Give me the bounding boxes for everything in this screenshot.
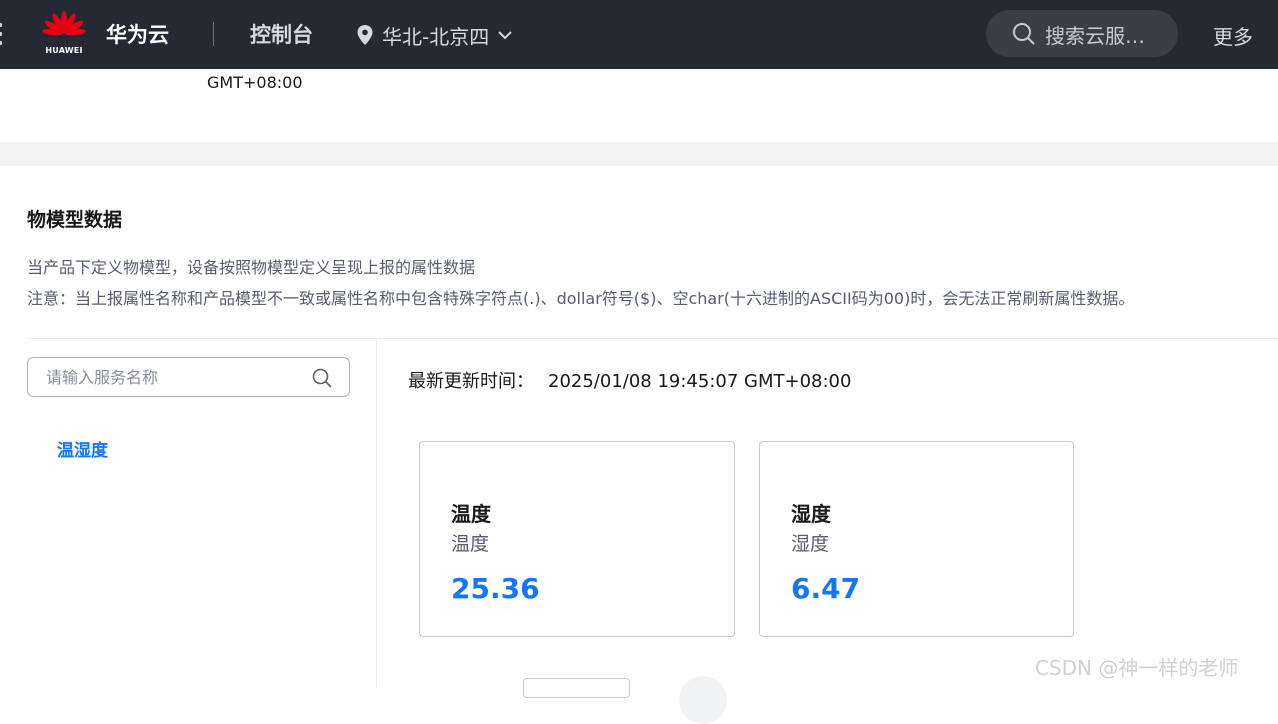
brand-name[interactable]: 华为云 — [106, 19, 169, 49]
search-icon[interactable] — [312, 368, 332, 388]
huawei-logo[interactable]: HUAWEI — [42, 10, 86, 56]
property-subtitle: 温度 — [451, 533, 490, 555]
property-value: 6.47 — [791, 572, 861, 605]
global-search-box[interactable]: 搜索云服… — [986, 10, 1178, 57]
pagination-button[interactable] — [679, 676, 727, 724]
more-menu[interactable]: 更多 — [1213, 21, 1253, 50]
location-pin-icon — [357, 25, 373, 45]
global-search-placeholder: 搜索云服… — [1045, 24, 1145, 48]
top-navigation-bar: HUAWEI 华为云 控制台 华北-北京四 搜索云服… 更多 — [0, 0, 1278, 69]
console-link[interactable]: 控制台 — [250, 19, 313, 49]
search-icon — [1013, 23, 1035, 45]
watermark: CSDN @神一样的老师 — [1035, 656, 1239, 680]
logo-text: HUAWEI — [45, 46, 83, 55]
last-update-row: 最新更新时间： 2025/01/08 19:45:07 GMT+08:00 — [408, 367, 851, 393]
section-notice: 注意：当上报属性名称和产品模型不一致或属性名称中包含特殊字符点(.)、dolla… — [27, 289, 1135, 308]
vertical-divider — [376, 339, 377, 687]
section-title: 物模型数据 — [27, 209, 123, 231]
pagination-select[interactable] — [523, 678, 630, 698]
property-title: 温度 — [451, 502, 491, 526]
property-card-temperature: 温度 温度 25.36 — [419, 441, 735, 637]
service-item-temp-humidity[interactable]: 温湿度 — [57, 436, 108, 461]
menu-icon[interactable] — [0, 23, 4, 45]
property-title: 湿度 — [791, 502, 831, 526]
region-label: 华北-北京四 — [382, 24, 490, 49]
region-selector[interactable]: 华北-北京四 — [356, 20, 513, 50]
timezone-text: GMT+08:00 — [207, 73, 303, 92]
header-divider — [213, 22, 214, 46]
last-update-label: 最新更新时间： — [408, 371, 534, 392]
horizontal-divider — [27, 338, 1278, 339]
property-card-humidity: 湿度 湿度 6.47 — [759, 441, 1074, 637]
property-subtitle: 湿度 — [791, 533, 830, 555]
property-value: 25.36 — [451, 572, 540, 605]
last-update-value: 2025/01/08 19:45:07 GMT+08:00 — [548, 371, 852, 392]
section-separator-band — [0, 142, 1278, 166]
section-description: 当产品下定义物模型，设备按照物模型定义呈现上报的属性数据 — [27, 258, 476, 277]
service-search-box[interactable] — [27, 357, 350, 397]
chevron-down-icon — [498, 31, 512, 40]
service-search-input[interactable] — [46, 366, 306, 388]
huawei-petal-icon — [42, 11, 86, 36]
